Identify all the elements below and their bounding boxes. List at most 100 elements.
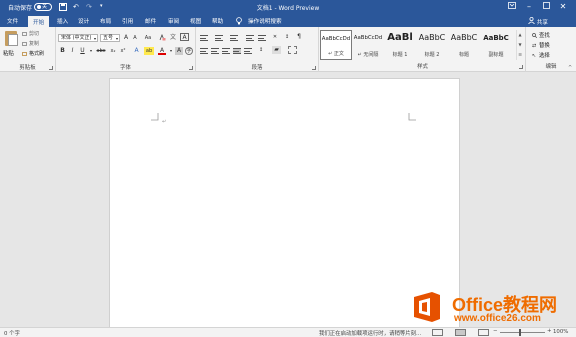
- character-shading-icon[interactable]: A: [175, 47, 183, 55]
- style-preview: AaBbC: [450, 33, 478, 42]
- distributed-icon[interactable]: [244, 48, 252, 54]
- styles-launcher-icon[interactable]: [519, 65, 523, 69]
- text-effects-icon[interactable]: A: [132, 47, 141, 55]
- change-case-button[interactable]: Aa: [142, 34, 154, 42]
- align-right-icon[interactable]: [222, 48, 230, 54]
- tab-insert[interactable]: 插入: [57, 17, 68, 25]
- read-mode-icon[interactable]: [432, 329, 443, 336]
- style-name: 标题: [458, 52, 469, 58]
- web-layout-icon[interactable]: [478, 329, 489, 336]
- sort-icon[interactable]: ↕: [283, 33, 291, 41]
- chevron-down-icon[interactable]: ▼: [517, 40, 523, 50]
- cut-button[interactable]: 剪切: [22, 30, 39, 37]
- style-subtitle[interactable]: AaBbC 副标题: [480, 30, 512, 60]
- collapse-ribbon-icon[interactable]: ^: [568, 65, 572, 71]
- tab-references[interactable]: 引用: [122, 17, 133, 25]
- format-painter-button[interactable]: 格式刷: [22, 50, 44, 57]
- line-spacing-icon[interactable]: ↕: [257, 46, 265, 54]
- search-icon: [532, 33, 538, 39]
- subscript-button[interactable]: x₂: [109, 47, 117, 55]
- tab-review[interactable]: 审阅: [168, 17, 179, 25]
- ribbon-display-options-icon[interactable]: [505, 1, 519, 13]
- replace-button[interactable]: ⇄ 替换: [532, 41, 550, 49]
- multilevel-list-icon[interactable]: [230, 35, 238, 41]
- zoom-out-icon[interactable]: −: [493, 328, 498, 334]
- font-size-select[interactable]: 五号 ▾: [100, 34, 120, 42]
- style-preview: AaBbCcDd: [353, 35, 383, 41]
- chevron-up-icon[interactable]: ▲: [517, 30, 523, 40]
- increase-indent-icon[interactable]: [258, 35, 266, 41]
- ribbon-tab-bar: 文件 开始 插入 设计 布局 引用 邮件 审阅 视图 帮助 操作说明搜索 共享: [0, 15, 576, 27]
- share-button[interactable]: 共享: [528, 16, 548, 26]
- tab-layout[interactable]: 布局: [100, 17, 111, 25]
- align-center-icon[interactable]: [211, 48, 219, 54]
- scissors-icon: [22, 31, 27, 36]
- font-color-button[interactable]: A: [158, 47, 166, 55]
- phonetic-guide-icon[interactable]: 文: [169, 34, 177, 42]
- enclose-characters-icon[interactable]: 字: [185, 47, 193, 55]
- title-bar: 自动保存 关 ↶ ↷ ▾ 文档1 - Word Preview – ✕: [0, 0, 576, 15]
- styles-group-label: 样式: [417, 64, 428, 70]
- superscript-button[interactable]: x²: [119, 47, 127, 55]
- style-no-spacing[interactable]: AaBbCcDd ↵ 无间隔: [352, 30, 384, 60]
- strikethrough-button[interactable]: abc: [95, 47, 107, 55]
- styles-gallery-scroll[interactable]: ▲ ▼ ☰: [516, 30, 523, 60]
- maximize-icon[interactable]: [539, 1, 553, 13]
- select-button[interactable]: ↖ 选择: [532, 51, 550, 59]
- style-heading-2[interactable]: AaBbC 标题 2: [416, 30, 448, 60]
- chevron-down-icon[interactable]: ▾: [169, 47, 173, 55]
- show-marks-icon[interactable]: ¶: [295, 33, 303, 41]
- print-layout-icon[interactable]: [455, 329, 466, 336]
- tab-mailings[interactable]: 邮件: [145, 17, 156, 25]
- borders-icon[interactable]: [288, 46, 297, 54]
- paragraph-group: ✕ ↕ ¶ ↕ ▰ 段落: [196, 27, 319, 72]
- chevron-down-icon[interactable]: ▾: [89, 47, 93, 55]
- find-button[interactable]: 查找: [532, 31, 550, 39]
- replace-icon: ⇄: [532, 43, 537, 49]
- font-launcher-icon[interactable]: [189, 66, 193, 70]
- zoom-slider[interactable]: [500, 332, 545, 333]
- shrink-font-button[interactable]: A: [131, 34, 139, 42]
- highlight-button[interactable]: ab: [144, 47, 154, 55]
- document-page[interactable]: ↵: [109, 78, 460, 337]
- justify-icon[interactable]: [233, 48, 241, 54]
- bold-button[interactable]: B: [59, 47, 66, 55]
- character-border-icon[interactable]: A: [180, 33, 189, 41]
- style-title[interactable]: AaBbC 标题: [448, 30, 480, 60]
- more-styles-icon[interactable]: ☰: [517, 50, 523, 60]
- close-icon[interactable]: ✕: [556, 1, 570, 13]
- style-normal[interactable]: AaBbCcDd ↵ 正文: [320, 30, 352, 60]
- chinese-layout-icon[interactable]: ✕: [271, 33, 279, 41]
- tab-design[interactable]: 设计: [78, 17, 89, 25]
- style-heading-1[interactable]: AaBl 标题 1: [384, 30, 416, 60]
- tab-home[interactable]: 开始: [28, 16, 50, 27]
- decrease-indent-icon[interactable]: [246, 35, 254, 41]
- font-name-value: 宋体 (中文正): [61, 35, 92, 41]
- tab-help[interactable]: 帮助: [212, 17, 223, 25]
- bullets-icon[interactable]: [200, 35, 208, 41]
- zoom-in-icon[interactable]: +: [547, 328, 552, 334]
- paste-icon[interactable]: [5, 31, 18, 46]
- copy-button[interactable]: 复制: [22, 40, 39, 47]
- zoom-slider-thumb[interactable]: [519, 329, 521, 336]
- italic-button[interactable]: I: [69, 47, 76, 55]
- paste-button[interactable]: 粘贴: [3, 49, 14, 57]
- grow-font-button[interactable]: A: [122, 34, 130, 42]
- tab-file[interactable]: 文件: [7, 17, 18, 25]
- zoom-level[interactable]: 100%: [553, 329, 568, 335]
- clipboard-launcher-icon[interactable]: [49, 66, 53, 70]
- tell-me-search[interactable]: 操作说明搜索: [248, 17, 282, 25]
- underline-button[interactable]: U: [79, 47, 86, 55]
- numbering-icon[interactable]: [215, 35, 223, 41]
- shading-icon[interactable]: ▰: [272, 46, 281, 54]
- word-count[interactable]: 0 个字: [4, 329, 20, 337]
- minimize-icon[interactable]: –: [522, 1, 536, 13]
- tab-view[interactable]: 视图: [190, 17, 201, 25]
- clear-formatting-icon[interactable]: [158, 33, 166, 42]
- brush-icon: [22, 51, 27, 56]
- align-left-icon[interactable]: [200, 48, 208, 54]
- font-name-select[interactable]: 宋体 (中文正) ▾: [58, 34, 98, 42]
- paragraph-launcher-icon[interactable]: [312, 66, 316, 70]
- margin-marker-top-left: [151, 113, 159, 121]
- style-preview: AaBl: [387, 32, 413, 43]
